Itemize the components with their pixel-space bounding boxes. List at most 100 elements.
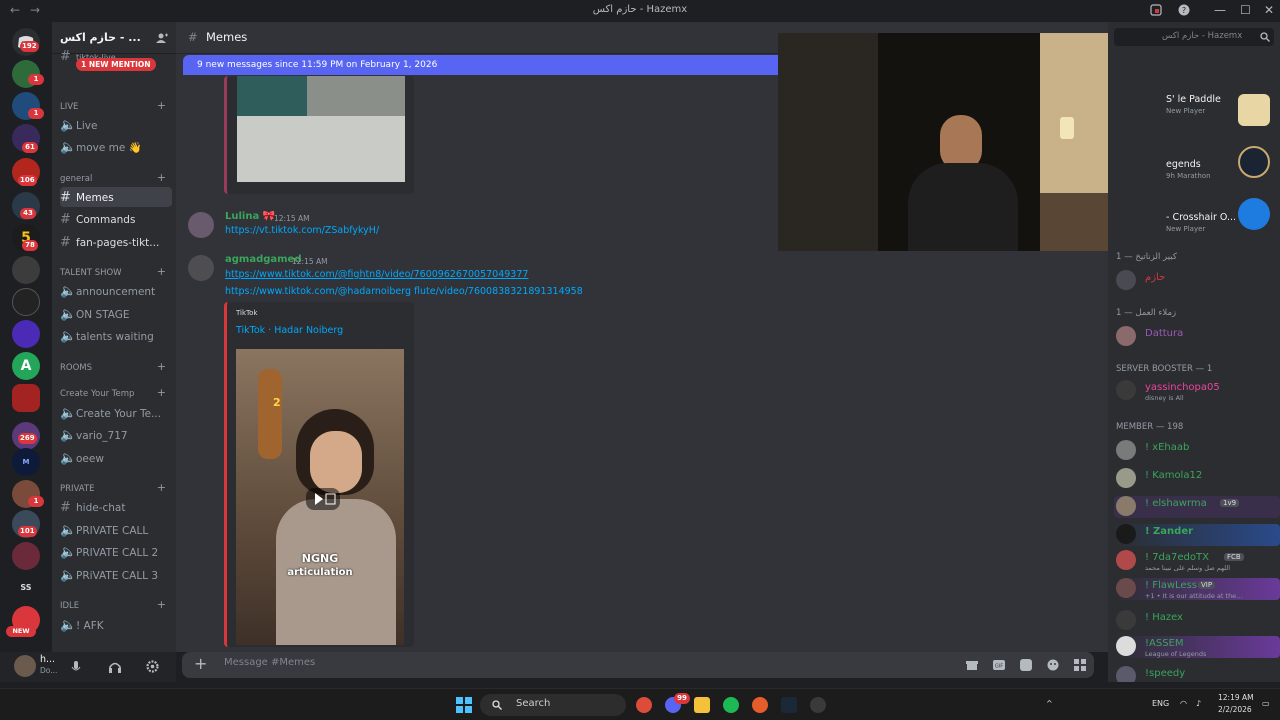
category-talent-show[interactable]: TALENT SHOW xyxy=(60,268,122,278)
server-icon[interactable] xyxy=(12,384,40,412)
server-icon[interactable]: M xyxy=(12,448,40,476)
channel-private-call-3[interactable]: 🔈PRiVATE CALL 3 xyxy=(60,565,172,585)
channel-announcement[interactable]: 🔈announcement xyxy=(60,281,172,301)
tray-chevron-icon[interactable]: ^ xyxy=(1046,699,1053,708)
play-video-icon[interactable] xyxy=(306,488,340,510)
category-idle[interactable]: IDLE xyxy=(60,601,79,611)
member-row[interactable]: yassinchopa05 disney is All xyxy=(1114,380,1280,402)
member-row[interactable]: !speedy xyxy=(1114,666,1280,682)
clock-time[interactable]: 12:19 AM xyxy=(1218,693,1254,702)
channel-on-stage[interactable]: 🔈ON STAGE xyxy=(60,304,172,324)
new-mention-pill[interactable]: 1 NEW MENTION xyxy=(76,58,156,71)
channel-commands[interactable]: # Commands xyxy=(60,209,172,229)
category-create-temp[interactable]: Create Your Temp xyxy=(60,389,134,399)
message-link[interactable]: https://vt.tiktok.com/ZSabfykyH/ xyxy=(225,225,379,236)
member-row[interactable]: ! 7da7edoTX FCB اللهم صل وسلم على نبينا مح… xyxy=(1114,550,1280,572)
message-author[interactable]: Lulina 🎀 xyxy=(225,211,275,222)
volume-icon[interactable]: ♪ xyxy=(1196,699,1201,708)
add-channel-icon[interactable]: + xyxy=(157,360,166,373)
obs-icon[interactable] xyxy=(752,697,768,713)
emoji-icon[interactable] xyxy=(1047,659,1059,671)
server-icon[interactable] xyxy=(12,320,40,348)
channel-memes[interactable]: # Memes xyxy=(60,187,172,207)
member-row[interactable]: ! Kamola12 xyxy=(1114,468,1280,490)
category-live[interactable]: LIVE xyxy=(60,102,78,112)
wifi-icon[interactable]: ◠ xyxy=(1180,699,1187,708)
channel-live[interactable]: 🔈Live xyxy=(60,115,172,135)
channel-move-me[interactable]: 🔈move me 👋 xyxy=(60,137,172,157)
window-title: حازم اكس - Hazemx xyxy=(592,4,688,15)
chrome-icon[interactable] xyxy=(636,697,652,713)
channel-oeew[interactable]: 🔈oeew xyxy=(60,448,172,468)
microphone-icon[interactable] xyxy=(70,660,82,674)
embed-title[interactable]: TikTok · Hadar Noiberg xyxy=(236,325,343,336)
member-row[interactable]: Dattura xyxy=(1114,326,1280,348)
activity-card[interactable]: - Crosshair O... New Player xyxy=(1166,212,1236,234)
member-row[interactable]: ! Hazex xyxy=(1114,610,1280,632)
inbox-icon[interactable] xyxy=(1150,4,1162,16)
message-link[interactable]: https://www.tiktok.com/@hadarnoiberg flu… xyxy=(225,286,583,297)
language-indicator[interactable]: ENG xyxy=(1152,699,1169,708)
sticker-icon[interactable] xyxy=(1020,659,1032,671)
apps-icon[interactable] xyxy=(1074,659,1086,671)
server-icon[interactable] xyxy=(12,256,40,284)
message-input[interactable] xyxy=(224,657,824,668)
channel-vario[interactable]: 🔈vario_717 xyxy=(60,425,172,445)
avatar[interactable] xyxy=(14,655,36,677)
channel-afk[interactable]: 🔈! AFK xyxy=(60,615,172,635)
add-channel-icon[interactable]: + xyxy=(157,99,166,112)
channel-create-your-temp[interactable]: 🔈Create Your Te... xyxy=(60,403,172,423)
channel-private-call-2[interactable]: 🔈PRIVATE CALL 2 xyxy=(60,542,172,562)
server-icon[interactable] xyxy=(12,542,40,570)
member-row[interactable]: ! FlawLess VIP +1 • It is our attitude at … xyxy=(1114,578,1280,600)
embed-video-thumbnail[interactable]: 2 NGNG articulation xyxy=(236,349,404,645)
windows-start-icon[interactable] xyxy=(456,697,472,713)
member-row[interactable]: حازم xyxy=(1114,270,1280,292)
notification-bell-icon[interactable]: ▭ xyxy=(1262,699,1270,708)
maximize-button[interactable]: ☐ xyxy=(1240,3,1251,17)
headphones-icon[interactable] xyxy=(108,660,122,674)
member-row[interactable]: !ASSEM League of Legends xyxy=(1114,636,1280,658)
help-icon[interactable]: ? xyxy=(1178,4,1190,16)
gift-icon[interactable] xyxy=(966,659,978,671)
avatar[interactable] xyxy=(188,255,214,281)
add-channel-icon[interactable]: + xyxy=(157,386,166,399)
member-row[interactable]: ! elshawrma 1v9 xyxy=(1114,496,1280,518)
app-icon[interactable] xyxy=(810,697,826,713)
member-row[interactable]: ! Zander xyxy=(1114,524,1280,546)
channel-fan-pages[interactable]: # fan-pages-tikt... xyxy=(60,232,172,252)
channel-talents-waiting[interactable]: 🔈talents waiting xyxy=(60,326,172,346)
add-channel-icon[interactable]: + xyxy=(157,598,166,611)
minimize-button[interactable]: — xyxy=(1214,3,1226,17)
add-channel-icon[interactable]: + xyxy=(157,481,166,494)
add-channel-icon[interactable]: + xyxy=(157,171,166,184)
gif-icon[interactable]: GIF xyxy=(993,659,1005,671)
message-link[interactable]: https://www.tiktok.com/@fightn8/video/76… xyxy=(225,269,528,280)
add-channel-icon[interactable]: + xyxy=(157,265,166,278)
avatar[interactable] xyxy=(188,212,214,238)
category-private[interactable]: PRIVATE xyxy=(60,484,95,494)
add-attachment-icon[interactable]: + xyxy=(194,654,207,673)
category-rooms[interactable]: ROOMS xyxy=(60,363,92,373)
steam-icon[interactable] xyxy=(781,697,797,713)
member-row[interactable]: ! xEhaab xyxy=(1114,440,1280,462)
add-friend-icon[interactable] xyxy=(156,32,168,44)
search-box[interactable]: حازم اكس - Hazemx xyxy=(1114,28,1274,46)
spotify-icon[interactable] xyxy=(723,697,739,713)
channel-hide-chat[interactable]: # hide-chat xyxy=(60,497,172,517)
server-icon[interactable]: SS xyxy=(12,574,40,602)
new-messages-bar[interactable]: 9 new messages since 11:59 PM on Februar… xyxy=(183,55,783,75)
settings-gear-icon[interactable] xyxy=(146,660,159,673)
close-button[interactable]: ✕ xyxy=(1264,3,1274,17)
taskbar-search[interactable]: Search xyxy=(480,694,626,716)
category-general[interactable]: general xyxy=(60,174,92,184)
embed-image[interactable] xyxy=(237,76,405,182)
server-icon[interactable]: A xyxy=(12,352,40,380)
message-author[interactable]: agmadgamed xyxy=(225,254,302,265)
channel-private-call[interactable]: 🔈PRIVATE CALL xyxy=(60,520,172,540)
activity-card[interactable]: egends 9h Marathon xyxy=(1166,159,1211,181)
clock-date[interactable]: 2/2/2026 xyxy=(1218,705,1252,714)
activity-card[interactable]: S' le Paddle New Player xyxy=(1166,94,1221,116)
file-explorer-icon[interactable] xyxy=(694,697,710,713)
server-icon[interactable] xyxy=(12,288,40,316)
